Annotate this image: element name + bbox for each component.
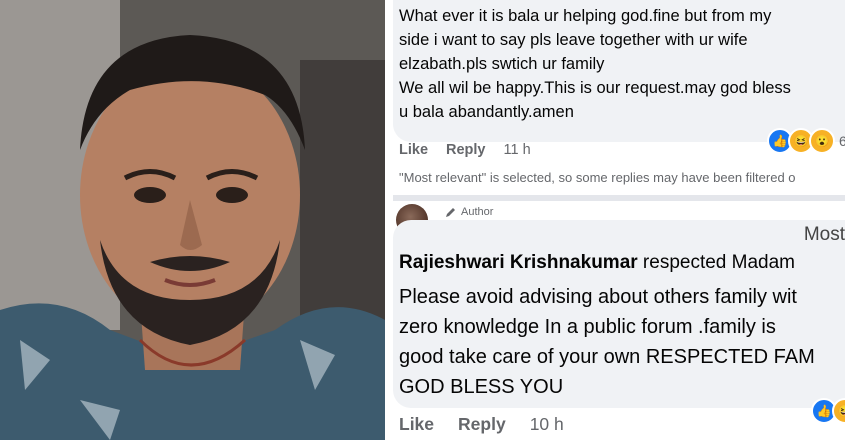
author-badge: Author	[445, 206, 493, 218]
comment-separator	[393, 195, 845, 201]
comment-text-2: Please avoid advising about others famil…	[399, 286, 815, 398]
reaction-count: 6	[839, 133, 845, 149]
reaction-summary-2[interactable]: 👍 😆 3	[811, 398, 845, 424]
haha-reaction-icon: 😆	[832, 398, 845, 424]
profile-photo	[0, 0, 385, 440]
comments-panel: What ever it is bala ur helping god.fine…	[393, 0, 845, 440]
comment-timestamp[interactable]: 10 h	[530, 414, 564, 435]
pencil-icon	[446, 208, 455, 217]
wow-reaction-icon: 😮	[809, 128, 835, 154]
reply-button[interactable]: Reply	[446, 142, 486, 158]
filter-notice: "Most relevant" is selected, so some rep…	[399, 170, 796, 185]
reaction-summary-1[interactable]: 👍 😆 😮 6	[767, 128, 845, 154]
image-divider	[385, 0, 393, 440]
like-button[interactable]: Like	[399, 414, 434, 435]
person-illustration	[0, 0, 385, 440]
comment-first-line: Rajieshwari Krishnakumar respected Madam	[399, 252, 796, 273]
comment-timestamp[interactable]: 11 h	[504, 142, 531, 158]
commenter-name[interactable]: Rajieshwari Krishnakumar	[399, 252, 638, 273]
comment-text-1: What ever it is bala ur helping god.fine…	[399, 7, 791, 121]
most-relevant-label[interactable]: Most	[804, 224, 845, 246]
like-button[interactable]: Like	[399, 142, 428, 158]
reply-button[interactable]: Reply	[458, 414, 506, 435]
comment-actions-1: Like Reply 11 h	[399, 142, 531, 158]
comment-actions-2: Like Reply 10 h	[399, 414, 564, 435]
